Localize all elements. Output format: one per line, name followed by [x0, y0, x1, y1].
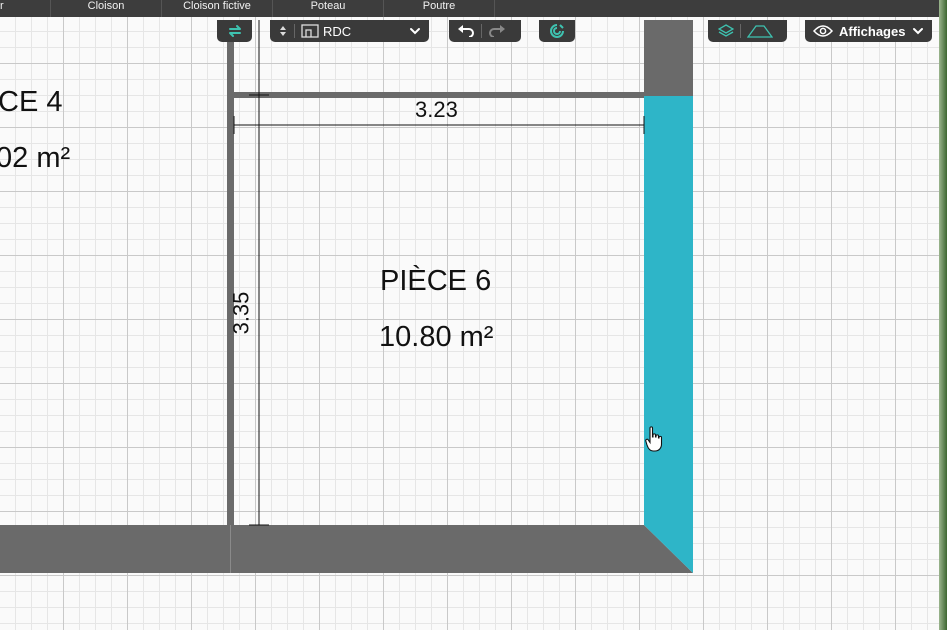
room-4-name[interactable]: CE 4 — [0, 86, 62, 119]
display-options-button[interactable]: Affichages — [805, 20, 932, 42]
redo-icon[interactable] — [488, 25, 506, 37]
room-6-name[interactable]: PIÈCE 6 — [380, 265, 491, 298]
wall-right-upper[interactable] — [644, 20, 693, 96]
top-menu-bar: r Cloison Cloison fictive Poteau Poutre — [0, 0, 947, 17]
menu-item-cloison-fictive[interactable]: Cloison fictive — [162, 0, 273, 17]
floor-plan-drawing — [0, 20, 693, 573]
selected-wall-right[interactable] — [644, 96, 693, 573]
level-selector[interactable]: RDC — [270, 20, 429, 42]
undo-redo-group — [449, 20, 521, 42]
roof-icon[interactable] — [747, 24, 773, 38]
menu-item-truncated[interactable]: r — [0, 0, 51, 17]
chevron-down-icon — [410, 28, 420, 35]
room-6-area: 10.80 m² — [379, 321, 494, 353]
view-toggle-group — [708, 20, 787, 42]
room-4-area: 02 m² — [0, 142, 71, 174]
separator — [740, 24, 741, 38]
dimension-label-width[interactable]: 3.23 — [415, 97, 458, 123]
wall-left-partition[interactable] — [227, 20, 234, 525]
magnet-icon — [550, 24, 564, 38]
layers-icon[interactable] — [718, 24, 734, 38]
floor-plan-icon — [301, 24, 319, 38]
menu-item-poteau[interactable]: Poteau — [273, 0, 384, 17]
magnet-button[interactable] — [539, 20, 575, 42]
swap-arrows-icon — [228, 25, 241, 37]
eye-icon — [813, 25, 833, 37]
wall-bottom[interactable] — [0, 525, 644, 573]
swap-button[interactable] — [217, 20, 252, 42]
menu-item-cloison[interactable]: Cloison — [51, 0, 162, 17]
level-value: RDC — [323, 23, 352, 39]
separator — [294, 24, 295, 38]
undo-icon[interactable] — [457, 25, 475, 37]
dimension-label-height[interactable]: 3.35 — [228, 292, 254, 335]
menu-item-poutre[interactable]: Poutre — [384, 0, 495, 17]
display-options-label: Affichages — [839, 23, 906, 39]
side-panel-edge — [939, 0, 947, 630]
hand-pointer-icon — [645, 426, 663, 452]
chevron-down-icon — [913, 28, 923, 35]
floor-plan-canvas[interactable]: CE 4 02 m² PIÈCE 6 10.80 m² 3.23 3.35 — [0, 0, 947, 630]
stepper-icon[interactable] — [278, 24, 288, 38]
separator — [481, 24, 482, 38]
